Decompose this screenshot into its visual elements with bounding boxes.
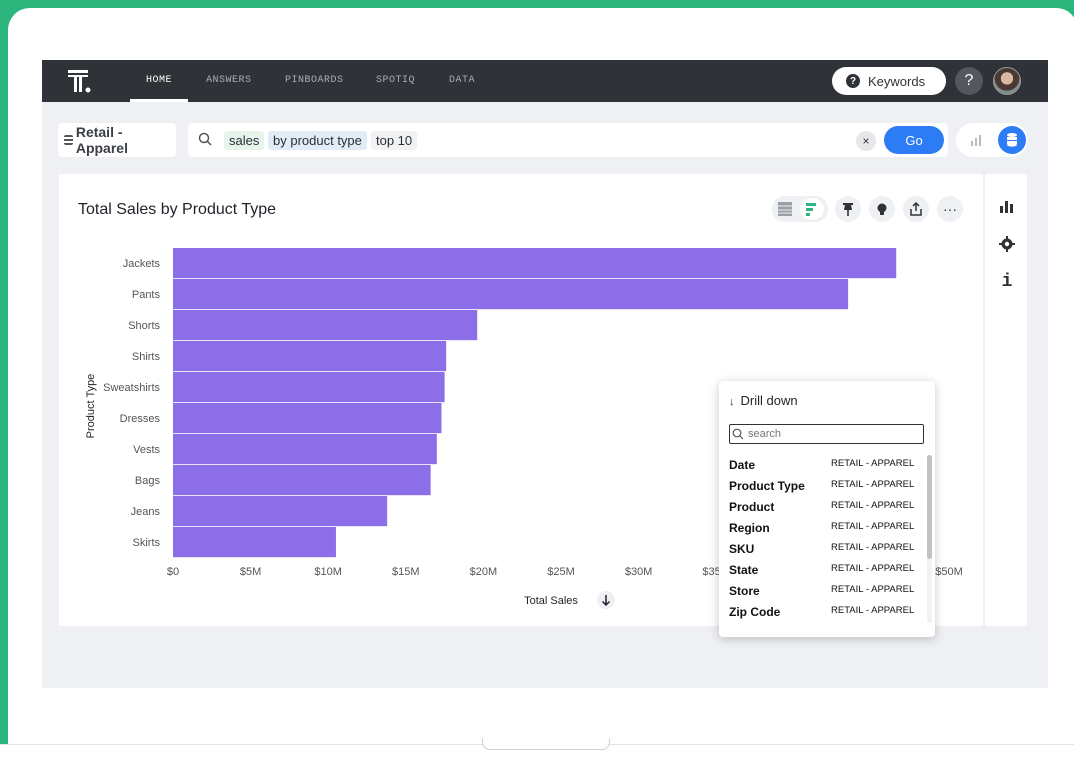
drill-down-icon: ↓ (729, 396, 735, 408)
drill-option[interactable]: Store RETAIL - APPAREL (729, 584, 919, 604)
search-bar[interactable]: sales by product type top 10 × Go (188, 123, 948, 157)
nav-spotiq[interactable]: SPOTIQ (376, 75, 415, 86)
bar-jackets[interactable] (173, 248, 897, 279)
y-tick-label[interactable]: Vests (133, 444, 160, 456)
y-tick-label[interactable]: Pants (132, 289, 161, 301)
bar-sweatshirts[interactable] (173, 372, 445, 403)
settings-button[interactable] (997, 234, 1017, 254)
bar-shorts[interactable] (173, 310, 478, 341)
database-view-icon (1007, 133, 1017, 147)
drill-option-source: RETAIL - APPAREL (831, 521, 915, 532)
drill-option-source: RETAIL - APPAREL (831, 479, 915, 490)
drill-option-column: Region (729, 521, 770, 535)
drill-option[interactable]: Product Type RETAIL - APPAREL (729, 479, 919, 499)
y-tick-label[interactable]: Jackets (123, 258, 161, 270)
x-tick-label: $10M (314, 566, 342, 578)
drill-option-column: State (729, 563, 759, 577)
drill-option[interactable]: SKU RETAIL - APPAREL (729, 542, 919, 562)
drill-option[interactable]: Zip Code RETAIL - APPAREL (729, 605, 919, 625)
drill-option-source: RETAIL - APPAREL (831, 458, 915, 469)
search-token-sales[interactable]: sales (224, 131, 265, 150)
nav-pinboards[interactable]: PINBOARDS (285, 75, 344, 86)
drill-option-source: RETAIL - APPAREL (831, 563, 915, 574)
help-button[interactable]: ? (955, 67, 983, 95)
info-button[interactable]: i (997, 272, 1017, 292)
drill-option-source: RETAIL - APPAREL (831, 605, 915, 616)
drill-option[interactable]: Date RETAIL - APPAREL (729, 458, 919, 478)
device-notch (482, 738, 610, 750)
database-icon (64, 135, 73, 145)
drill-option-source: RETAIL - APPAREL (831, 584, 915, 595)
drill-option-column: Store (729, 584, 760, 598)
bar-skirts[interactable] (173, 527, 336, 558)
top-nav: HOME ANSWERS PINBOARDS SPOTIQ DATA ? Key… (42, 60, 1048, 102)
chart-view-icon[interactable] (970, 134, 984, 146)
drill-option-column: Product (729, 500, 775, 514)
drill-down-popup: ↓Drill down DateRETAIL - APPARELProduct … (719, 381, 935, 637)
x-tick-label: $20M (470, 566, 498, 578)
question-circle-icon: ? (846, 74, 860, 88)
drill-option-column: SKU (729, 542, 755, 556)
drill-option-column: Zip Code (729, 605, 781, 619)
bar-bags[interactable] (173, 465, 431, 496)
chart-config-button[interactable] (997, 196, 1017, 216)
search-icon (198, 132, 212, 146)
bar-jeans[interactable] (173, 496, 388, 527)
nav-active-indicator (130, 99, 188, 102)
y-tick-label[interactable]: Dresses (120, 413, 161, 425)
nav-home[interactable]: HOME (146, 75, 172, 86)
x-tick-label: $5M (240, 566, 261, 578)
y-tick-label[interactable]: Bags (135, 475, 161, 487)
x-tick-label: $0 (167, 566, 179, 578)
x-tick-label: $25M (547, 566, 575, 578)
bar-pants[interactable] (173, 279, 849, 310)
x-tick-label: $30M (625, 566, 653, 578)
drill-option[interactable]: State RETAIL - APPAREL (729, 563, 919, 583)
drill-option[interactable]: Product RETAIL - APPAREL (729, 500, 919, 520)
y-tick-label[interactable]: Sweatshirts (103, 382, 160, 394)
drill-option[interactable]: Region RETAIL - APPAREL (729, 521, 919, 541)
y-tick-label[interactable]: Skirts (133, 537, 161, 549)
nav-answers[interactable]: ANSWERS (206, 75, 252, 86)
answer-card: Total Sales by Product Type ··· Jackets … (59, 174, 983, 637)
x-axis-title[interactable]: Total Sales (524, 595, 578, 607)
drill-down-title: ↓ Drill down (729, 393, 798, 408)
y-tick-label[interactable]: Jeans (131, 506, 161, 518)
right-rail: i (984, 174, 1027, 626)
thoughtspot-logo[interactable] (66, 68, 92, 94)
sort-arrow-icon[interactable] (597, 591, 615, 609)
drill-option-source: RETAIL - APPAREL (831, 542, 915, 553)
app: HOME ANSWERS PINBOARDS SPOTIQ DATA ? Key… (42, 60, 1048, 688)
avatar[interactable] (993, 67, 1021, 95)
drill-down-title-text: Drill down (740, 393, 798, 408)
clear-search-button[interactable]: × (856, 131, 876, 151)
bar-shirts[interactable] (173, 341, 447, 372)
drill-option-column: Product Type (729, 479, 805, 493)
data-view-button[interactable] (998, 126, 1026, 154)
bar-chart-icon (1000, 201, 1013, 213)
bar-vests[interactable] (173, 434, 437, 465)
keywords-button[interactable]: ? Keywords (832, 67, 946, 95)
y-tick-label[interactable]: Shorts (128, 320, 160, 332)
drill-option-column: Date (729, 458, 756, 472)
data-source-selector[interactable]: Retail - Apparel (58, 123, 176, 157)
search-icon (732, 428, 744, 440)
go-button[interactable]: Go (884, 126, 944, 154)
data-source-label: Retail - Apparel (75, 124, 128, 156)
search-token-top10[interactable]: top 10 (371, 131, 418, 150)
drill-option-source: RETAIL - APPAREL (831, 500, 915, 511)
y-tick-label[interactable]: Shirts (132, 351, 161, 363)
view-toggle (956, 123, 1028, 157)
x-tick-label: $15M (392, 566, 420, 578)
y-axis-title[interactable]: Product Type (85, 374, 97, 439)
gear-icon (999, 236, 1015, 252)
bar-dresses[interactable] (173, 403, 442, 434)
drill-search-input[interactable] (729, 424, 924, 444)
scrollbar-thumb[interactable] (927, 455, 932, 559)
x-tick-label: $50M (935, 566, 963, 578)
search-token-product-type[interactable]: by product type (268, 131, 367, 150)
nav-data[interactable]: DATA (449, 75, 475, 86)
keywords-label: Keywords (868, 73, 926, 89)
